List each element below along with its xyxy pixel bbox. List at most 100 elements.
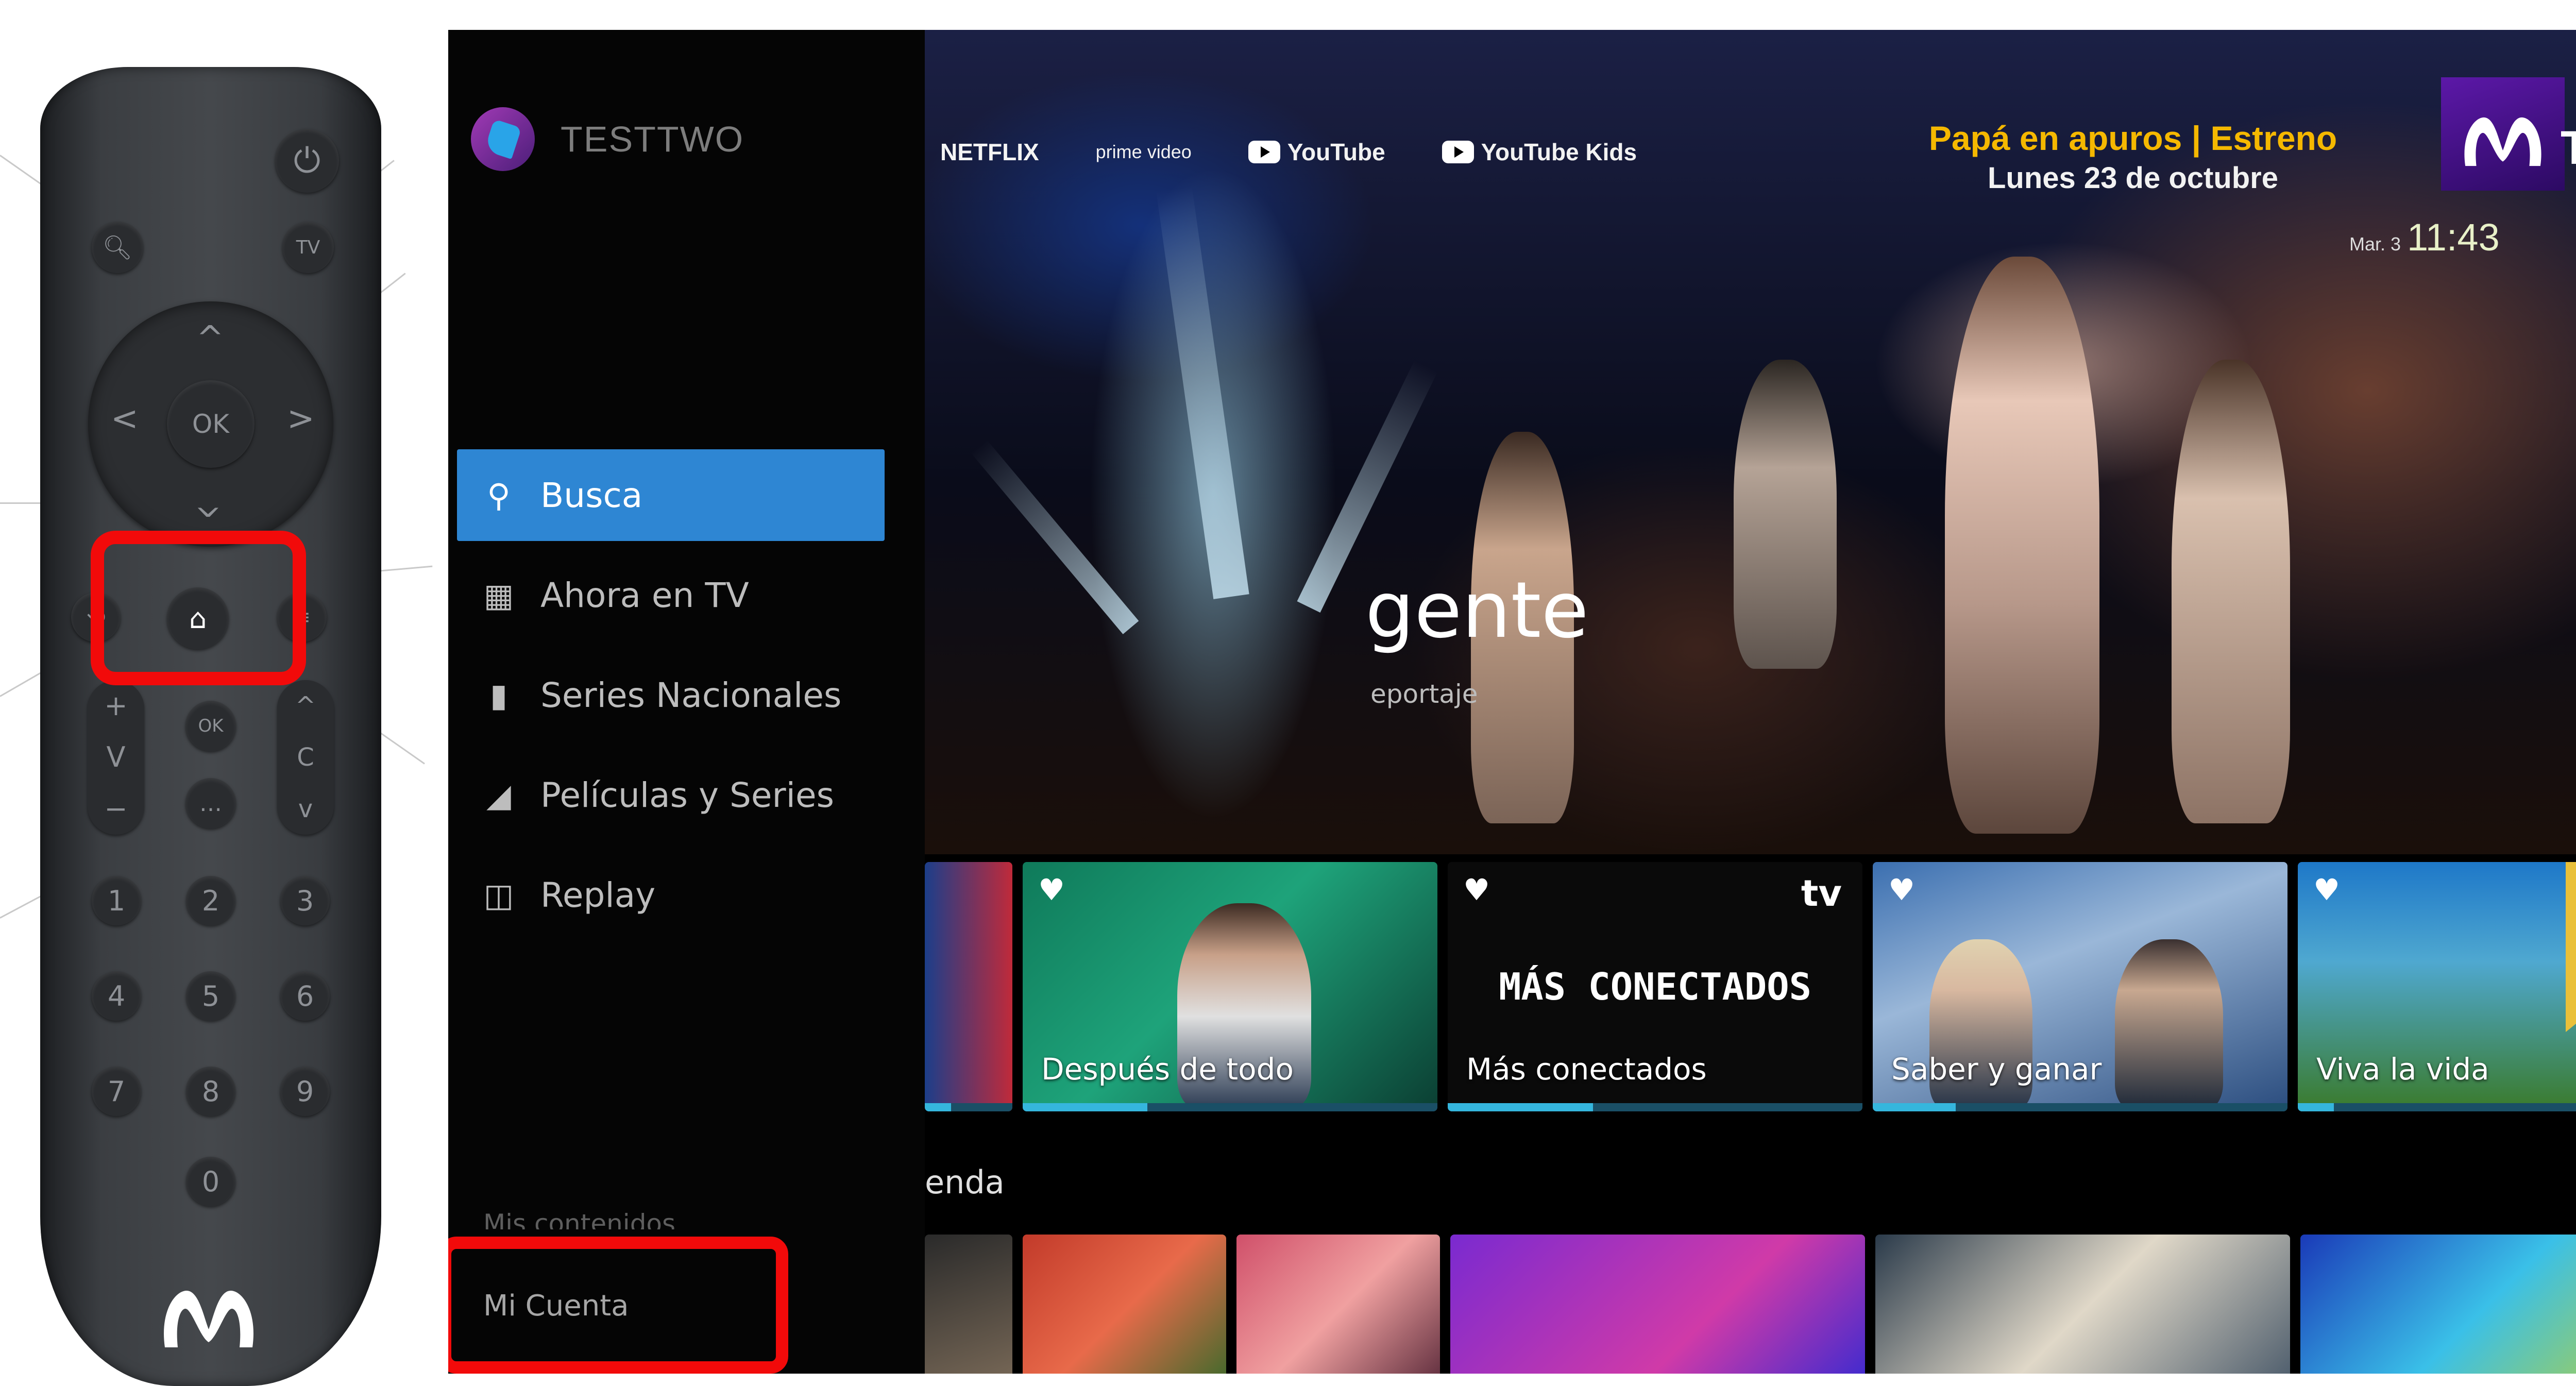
profile-name: TESTTWO <box>561 119 744 159</box>
ok-button-label: OK <box>192 409 230 439</box>
sidebar-bottom-highlight <box>448 1237 788 1374</box>
remote-control-illustration: ⏻ 🔍︎ TV ^ < > ^ OK ⟲ ⌂ ≡ + V − ^ Cv OK … 1 … <box>0 0 448 1386</box>
card-title: Después de todo <box>1041 1052 1294 1087</box>
heart-icon: ♥ <box>1463 872 1490 907</box>
number-key-2[interactable]: 2 <box>186 876 235 925</box>
volume-rocker[interactable]: + V − <box>88 680 144 835</box>
number-key-1[interactable]: 1 <box>92 876 141 925</box>
avatar <box>471 107 535 171</box>
stage-light-beam <box>1156 185 1249 599</box>
card-title: Más conectados <box>1466 1052 1707 1087</box>
content-row <box>925 1235 2576 1374</box>
progress-fill <box>1448 1103 1593 1111</box>
youtube-icon <box>1248 141 1280 163</box>
heart-icon: ♥ <box>1888 872 1915 907</box>
home-button-highlight <box>91 531 306 685</box>
number-key-9[interactable]: 9 <box>280 1067 330 1116</box>
progress-fill <box>2298 1103 2334 1111</box>
performer-figure <box>1734 360 1837 669</box>
progress-fill <box>1023 1103 1147 1111</box>
number-key-6[interactable]: 6 <box>280 971 330 1021</box>
content-row: ♥ Después de todo ♥ tv MÁS CONECTADOS Má… <box>925 862 2576 1111</box>
mid-ok-label: OK <box>198 716 224 736</box>
progress-bar <box>1873 1103 2287 1111</box>
ribbon-shape <box>2566 862 2576 1032</box>
dpad-left-icon[interactable]: < <box>111 402 139 435</box>
sidebar-item-label: Series Nacionales <box>540 675 842 715</box>
clock: Mar. 3 11:43 <box>2349 215 2500 259</box>
sidebar-item-peliculas-y-series[interactable]: ◢ Películas y Series <box>457 749 885 841</box>
youtube-kids-label: YouTube Kids <box>1481 139 1637 165</box>
sidebar-menu: TESTTWO ⚲ Busca ▦ Ahora en TV ▮ Series N… <box>448 30 925 1374</box>
progress-fill <box>1873 1103 1956 1111</box>
sidebar-item-label: Replay <box>540 875 656 915</box>
channel-rocker[interactable]: ^ Cv <box>277 680 334 835</box>
clock-day: Mar. 3 <box>2349 233 2401 255</box>
card-title: Viva la vida <box>2316 1052 2489 1087</box>
live-tv-icon: ▦ <box>483 576 514 614</box>
number-key-7[interactable]: 7 <box>92 1067 141 1116</box>
youtube-kids-icon <box>1442 141 1474 163</box>
tv-button[interactable]: TV <box>282 222 334 273</box>
content-card[interactable] <box>1236 1235 1440 1374</box>
progress-bar <box>925 1103 1012 1111</box>
content-card[interactable] <box>2300 1235 2576 1374</box>
sidebar-item-ahora-en-tv[interactable]: ▦ Ahora en TV <box>457 549 885 641</box>
progress-bar <box>2298 1103 2576 1111</box>
heart-icon: ♥ <box>1038 872 1065 907</box>
dpad-up-icon[interactable]: ^ <box>196 322 224 355</box>
sidebar-item-label: Busca <box>540 475 643 515</box>
dpad[interactable]: ^ < > ^ OK <box>88 301 333 547</box>
profile[interactable]: TESTTWO <box>471 107 744 171</box>
performer-figure <box>1945 257 2099 834</box>
promo-date: Lunes 23 de octubre <box>1987 161 2279 195</box>
channel-logo <box>2441 77 2565 191</box>
number-key-4[interactable]: 4 <box>92 971 141 1021</box>
search-button[interactable]: 🔍︎ <box>92 222 143 273</box>
number-key-5[interactable]: 5 <box>186 971 235 1021</box>
content-card[interactable]: ♥ Después de todo <box>1023 862 1437 1111</box>
performer-figure <box>2172 360 2290 823</box>
hero-title: gente <box>1365 566 1589 655</box>
options-button[interactable]: … <box>185 778 236 829</box>
replay-icon: ◫ <box>483 876 514 914</box>
youtube-kids-logo[interactable]: YouTube Kids <box>1442 138 1637 166</box>
mid-ok-button[interactable]: OK <box>185 701 236 751</box>
content-card[interactable] <box>925 1235 1012 1374</box>
power-button[interactable]: ⏻ <box>275 129 339 193</box>
promo-banner: Papá en apuros | Estreno Lunes 23 de oct… <box>1901 119 2365 195</box>
content-card[interactable] <box>1023 1235 1226 1374</box>
number-key-3[interactable]: 3 <box>280 876 330 925</box>
card-title: Saber y ganar <box>1891 1052 2102 1087</box>
number-key-0[interactable]: 0 <box>186 1157 235 1206</box>
content-card[interactable] <box>925 862 1012 1111</box>
sidebar-item-replay[interactable]: ◫ Replay <box>457 849 885 941</box>
dpad-down-icon[interactable]: ^ <box>194 484 222 522</box>
hero-subtitle: eportaje <box>1370 679 1478 709</box>
content-card[interactable]: ♥ Viva la vida <box>2298 862 2576 1111</box>
prime-video-logo[interactable]: prime video <box>1096 141 1192 163</box>
youtube-logo[interactable]: YouTube <box>1248 138 1385 166</box>
netflix-logo[interactable]: NETFLIX <box>940 138 1039 166</box>
progress-bar <box>1448 1103 1862 1111</box>
sidebar-item-series-nacionales[interactable]: ▮ Series Nacionales <box>457 649 885 741</box>
promo-title: Papá en apuros | Estreno <box>1928 119 2337 157</box>
number-key-8[interactable]: 8 <box>186 1067 235 1116</box>
sidebar-item-label: Ahora en TV <box>540 575 749 615</box>
row-title: enda <box>925 1163 1005 1201</box>
progress-fill <box>925 1103 951 1111</box>
dpad-right-icon[interactable]: > <box>287 402 315 435</box>
ok-button[interactable]: OK <box>167 380 255 468</box>
movistar-logo-icon <box>2464 117 2541 166</box>
sidebar-item-label: Películas y Series <box>540 775 834 815</box>
sidebar-item-busca[interactable]: ⚲ Busca <box>457 449 885 541</box>
heart-icon: ♥ <box>2313 872 2340 907</box>
card-overlay-title: MÁS CONECTADOS <box>1499 965 1811 1008</box>
content-card[interactable]: ♥ tv MÁS CONECTADOS Más conectados <box>1448 862 1862 1111</box>
brand-strip: NETFLIX prime video YouTube YouTube Kids <box>925 138 1637 166</box>
sidebar-item-mis-contenidos[interactable]: Mis contenidos <box>483 1209 675 1229</box>
content-card[interactable] <box>1450 1235 1865 1374</box>
content-card[interactable] <box>1875 1235 2290 1374</box>
content-card[interactable]: ♥ Saber y ganar <box>1873 862 2287 1111</box>
channel-badge: tv <box>1801 872 1842 915</box>
